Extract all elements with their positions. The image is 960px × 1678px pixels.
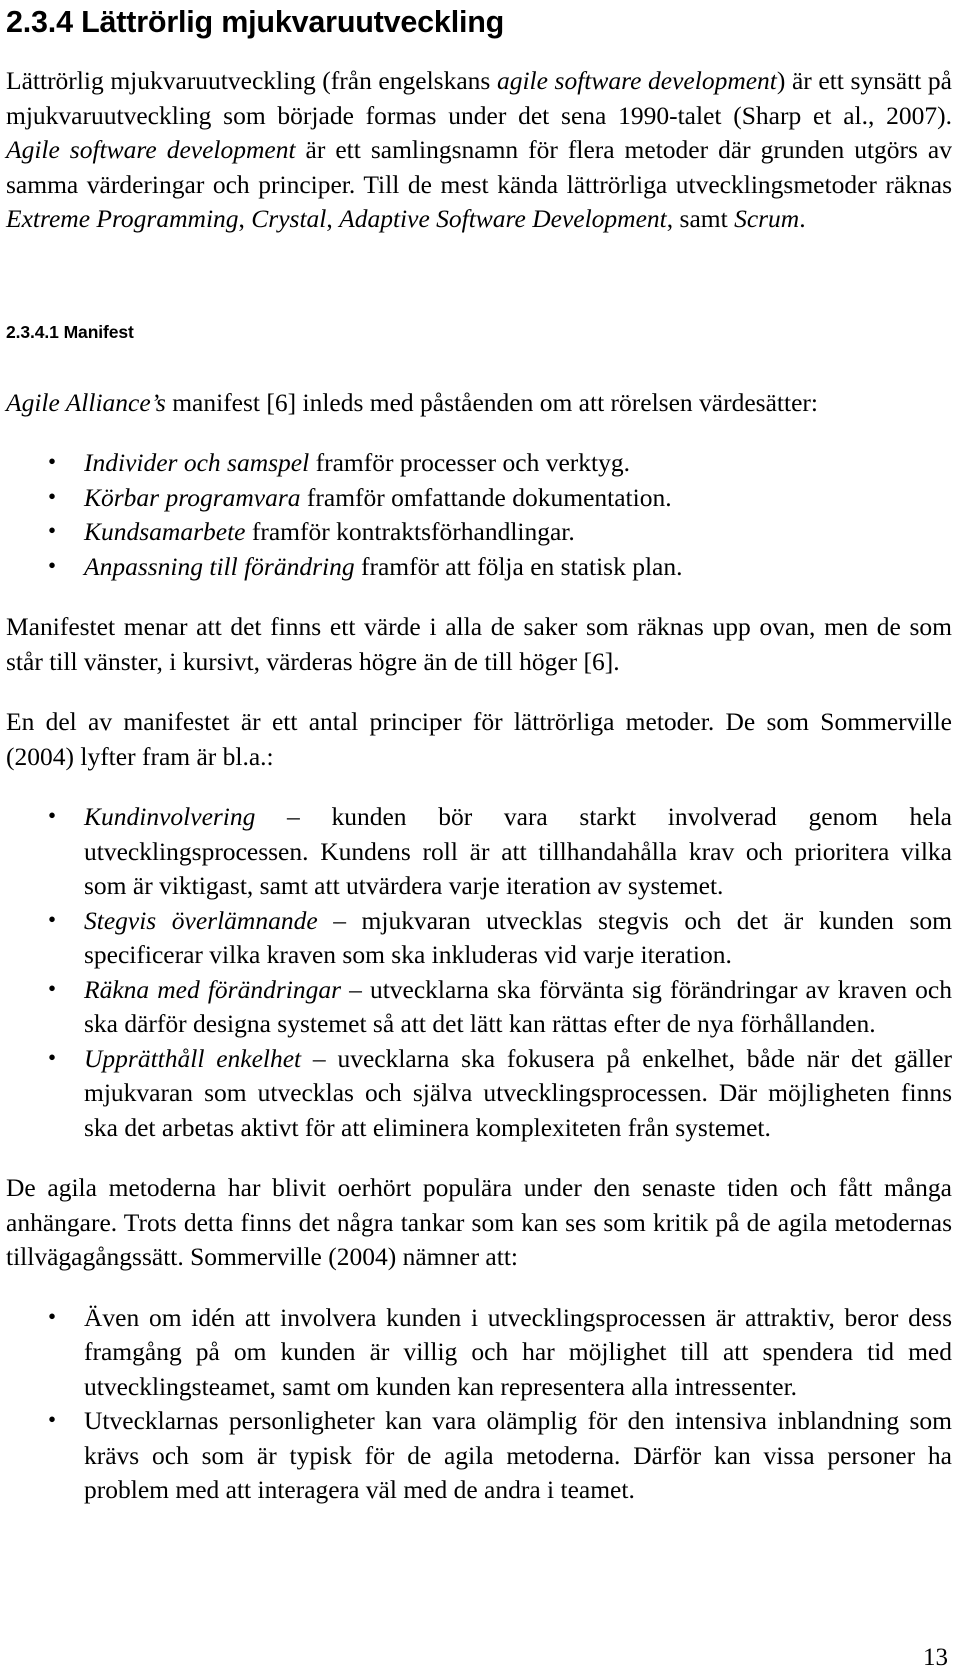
list-item-emphasis: Körbar programvara — [84, 482, 301, 512]
list-item-emphasis: Anpassning till förändring — [84, 551, 355, 581]
page-title: 2.3.4 Lättrörlig mjukvaruutveckling — [6, 5, 505, 39]
intro-italic-1: agile software development — [496, 66, 777, 96]
intro-italic-5: Adaptive Software Development — [339, 204, 667, 234]
manifest-note-paragraph: Manifestet menar att det finns ett värde… — [6, 612, 952, 676]
document-page: 2.3.4 Lättrörlig mjukvaruutveckling Lätt… — [0, 0, 960, 1678]
page-number: 13 — [923, 1644, 948, 1671]
intro-italic-3: Extreme Programming — [6, 204, 239, 234]
critique-list: Även om idén att involvera kunden i utve… — [6, 1300, 952, 1508]
list-item: Även om idén att involvera kunden i utve… — [6, 1300, 952, 1405]
intro-italic-2: Agile software development — [6, 135, 296, 165]
list-item: Utvecklarnas personligheter kan vara olä… — [6, 1403, 952, 1508]
critique-lead-paragraph: De agila metoderna har blivit oerhört po… — [6, 1173, 952, 1272]
intro-paragraph: Lättrörlig mjukvaruutveckling (från enge… — [6, 64, 952, 237]
list-item-text: framför processer och verktyg. — [309, 448, 630, 478]
list-item: Kundinvolvering – kunden bör vara starkt… — [6, 799, 952, 904]
list-item: Kundsamarbete framför kontraktsförhandli… — [6, 514, 952, 550]
principles-list: Kundinvolvering – kunden bör vara starkt… — [6, 799, 952, 1146]
list-item: Upprätthåll enkelhet – uvecklarna ska fo… — [6, 1041, 952, 1146]
list-item-emphasis: Räkna med förändringar — [84, 974, 342, 1004]
list-item: Individer och samspel framför processer … — [6, 445, 952, 481]
list-item-emphasis: Upprätthåll enkelhet — [84, 1043, 302, 1073]
intro-italic-4: Crystal — [251, 204, 327, 234]
list-item-emphasis: Kundinvolvering — [84, 802, 256, 832]
list-item-emphasis: Stegvis överlämnande — [84, 905, 318, 935]
intro-text-5: , — [326, 204, 340, 234]
list-item: Räkna med förändringar – utvecklarna ska… — [6, 972, 952, 1042]
principles-lead-paragraph: En del av manifestet är ett antal princi… — [6, 707, 952, 771]
list-item: Körbar programvara framför omfattande do… — [6, 480, 952, 516]
list-item: Anpassning till förändring framför att f… — [6, 549, 952, 585]
intro-text-7: . — [799, 204, 806, 234]
list-item-text: framför omfattande dokumentation. — [300, 482, 672, 512]
list-item: Stegvis överlämnande – mjukvaran utveckl… — [6, 903, 952, 973]
manifest-lead-paragraph: Agile Alliance’s manifest [6] inleds med… — [6, 386, 952, 421]
intro-italic-6: Scrum — [734, 204, 800, 234]
intro-text-6: , samt — [666, 204, 735, 234]
manifest-lead-text: manifest [6] inleds med påståenden om at… — [165, 387, 818, 417]
list-item-text: framför att följa en statisk plan. — [354, 551, 683, 581]
subsection-title: 2.3.4.1 Manifest — [6, 321, 134, 342]
list-item-text: framför kontraktsförhandlingar. — [245, 517, 575, 547]
intro-text-1: Lättrörlig mjukvaruutveckling (från enge… — [6, 66, 497, 96]
list-item-emphasis: Individer och samspel — [84, 448, 310, 478]
manifest-values-list: Individer och samspel framför processer … — [6, 445, 952, 585]
intro-text-4: , — [238, 204, 252, 234]
list-item-emphasis: Kundsamarbete — [84, 517, 246, 547]
list-item-text: Även om idén att involvera kunden i utve… — [84, 1302, 952, 1401]
list-item-text: Utvecklarnas personligheter kan vara olä… — [84, 1406, 952, 1505]
manifest-lead-italic: Agile Alliance’s — [6, 387, 166, 417]
